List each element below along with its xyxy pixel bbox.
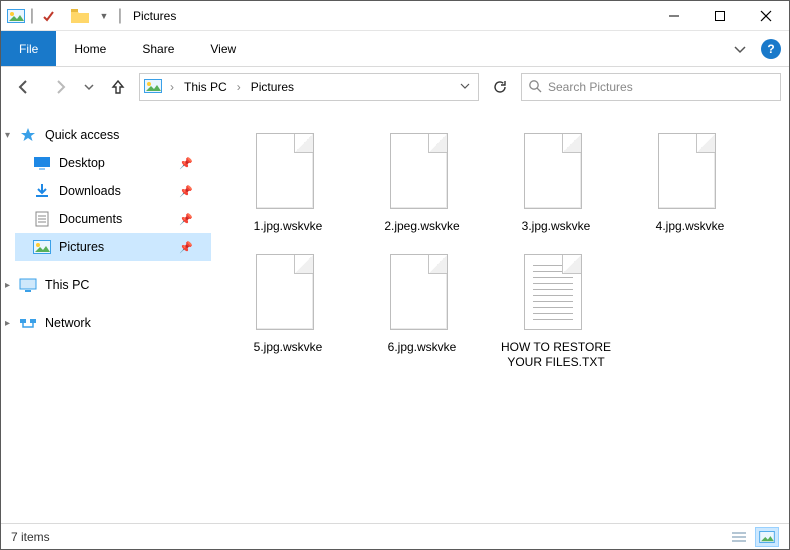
file-list[interactable]: 1.jpg.wskvke 2.jpeg.wskvke 3.jpg.wskvke 4.j…: [211, 107, 789, 523]
maximize-button[interactable]: [697, 1, 743, 31]
file-item[interactable]: HOW TO RESTORE YOUR FILES.TXT: [489, 244, 623, 380]
sidebar-item-label: Network: [45, 316, 91, 330]
close-button[interactable]: [743, 1, 789, 31]
breadcrumb-pictures[interactable]: Pictures: [249, 80, 296, 94]
unknown-file-icon: [524, 133, 588, 213]
sidebar-item-desktop[interactable]: Desktop 📌: [15, 149, 211, 177]
help-button[interactable]: ?: [761, 39, 781, 59]
search-input[interactable]: [548, 80, 774, 94]
file-name: 6.jpg.wskvke: [388, 340, 457, 355]
pin-icon: 📌: [179, 241, 193, 254]
file-item[interactable]: 1.jpg.wskvke: [221, 123, 355, 244]
sidebar-item-label: Pictures: [59, 240, 104, 254]
sidebar-item-label: Downloads: [59, 184, 121, 198]
refresh-button[interactable]: [485, 73, 515, 101]
file-name: 1.jpg.wskvke: [254, 219, 323, 234]
sidebar-item-label: This PC: [45, 278, 89, 292]
chevron-right-icon[interactable]: ▸: [5, 280, 10, 291]
properties-qat-icon[interactable]: [37, 5, 59, 27]
forward-button[interactable]: [45, 72, 75, 102]
star-icon: [19, 127, 37, 143]
sidebar-item-documents[interactable]: Documents 📌: [15, 205, 211, 233]
file-item[interactable]: 2.jpeg.wskvke: [355, 123, 489, 244]
file-item[interactable]: 3.jpg.wskvke: [489, 123, 623, 244]
unknown-file-icon: [390, 254, 454, 334]
app-icon: [5, 5, 27, 27]
status-item-count: 7 items: [11, 530, 50, 544]
qat-dropdown-icon[interactable]: ▼: [93, 5, 115, 27]
navbar: › This PC › Pictures: [1, 67, 789, 107]
sidebar-item-downloads[interactable]: Downloads 📌: [15, 177, 211, 205]
nav-pane: ▾ Quick access Desktop 📌 Downloads 📌: [1, 107, 211, 523]
sidebar-item-label: Documents: [59, 212, 122, 226]
separator: |: [117, 7, 123, 25]
search-icon: [528, 79, 542, 96]
pictures-icon: [33, 239, 51, 255]
file-name: 3.jpg.wskvke: [522, 219, 591, 234]
unknown-file-icon: [390, 133, 454, 213]
unknown-file-icon: [256, 254, 320, 334]
address-bar[interactable]: › This PC › Pictures: [139, 73, 479, 101]
up-button[interactable]: [103, 72, 133, 102]
view-details-button[interactable]: [727, 527, 751, 547]
file-item[interactable]: 4.jpg.wskvke: [623, 123, 757, 244]
window-title: Pictures: [127, 9, 176, 23]
network-icon: [19, 315, 37, 331]
body: ▾ Quick access Desktop 📌 Downloads 📌: [1, 107, 789, 523]
breadcrumb-this-pc[interactable]: This PC: [182, 80, 229, 94]
unknown-file-icon: [658, 133, 722, 213]
view-large-icons-button[interactable]: [755, 527, 779, 547]
sidebar-quick-access[interactable]: ▾ Quick access: [15, 121, 211, 149]
documents-icon: [33, 211, 51, 227]
pin-icon: 📌: [179, 157, 193, 170]
unknown-file-icon: [256, 133, 320, 213]
file-tab[interactable]: File: [1, 31, 56, 66]
chevron-right-icon[interactable]: ▸: [5, 318, 10, 329]
file-name: 2.jpeg.wskvke: [384, 219, 459, 234]
ribbon-expand-icon[interactable]: [729, 38, 751, 60]
ribbon: File Home Share View ?: [1, 31, 789, 67]
quick-access-toolbar: | ▼ |: [1, 5, 127, 27]
search-box[interactable]: [521, 73, 781, 101]
tab-share[interactable]: Share: [124, 31, 192, 66]
address-dropdown-icon[interactable]: [456, 80, 474, 94]
file-name: 5.jpg.wskvke: [254, 340, 323, 355]
chevron-down-icon[interactable]: ▾: [5, 130, 10, 141]
chevron-right-icon[interactable]: ›: [233, 80, 245, 94]
sidebar-item-label: Quick access: [45, 128, 119, 142]
tab-view[interactable]: View: [192, 31, 254, 66]
sidebar-item-label: Desktop: [59, 156, 105, 170]
text-file-icon: [524, 254, 588, 334]
status-bar: 7 items: [1, 523, 789, 549]
separator: |: [29, 7, 35, 25]
sidebar-this-pc[interactable]: ▸ This PC: [15, 271, 211, 299]
desktop-icon: [33, 155, 51, 171]
file-name: 4.jpg.wskvke: [656, 219, 725, 234]
recent-locations-icon[interactable]: [81, 72, 97, 102]
sidebar-network[interactable]: ▸ Network: [15, 309, 211, 337]
pin-icon: 📌: [179, 213, 193, 226]
sidebar-item-pictures[interactable]: Pictures 📌: [15, 233, 211, 261]
file-item[interactable]: 6.jpg.wskvke: [355, 244, 489, 380]
window-controls: [651, 1, 789, 31]
file-item[interactable]: 5.jpg.wskvke: [221, 244, 355, 380]
monitor-icon: [19, 277, 37, 293]
file-name: HOW TO RESTORE YOUR FILES.TXT: [496, 340, 616, 370]
titlebar: | ▼ | Pictures: [1, 1, 789, 31]
pin-icon: 📌: [179, 185, 193, 198]
downloads-icon: [33, 183, 51, 199]
back-button[interactable]: [9, 72, 39, 102]
tab-home[interactable]: Home: [56, 31, 124, 66]
chevron-right-icon[interactable]: ›: [166, 80, 178, 94]
minimize-button[interactable]: [651, 1, 697, 31]
location-icon: [144, 79, 162, 96]
folder-qat-icon[interactable]: [69, 5, 91, 27]
